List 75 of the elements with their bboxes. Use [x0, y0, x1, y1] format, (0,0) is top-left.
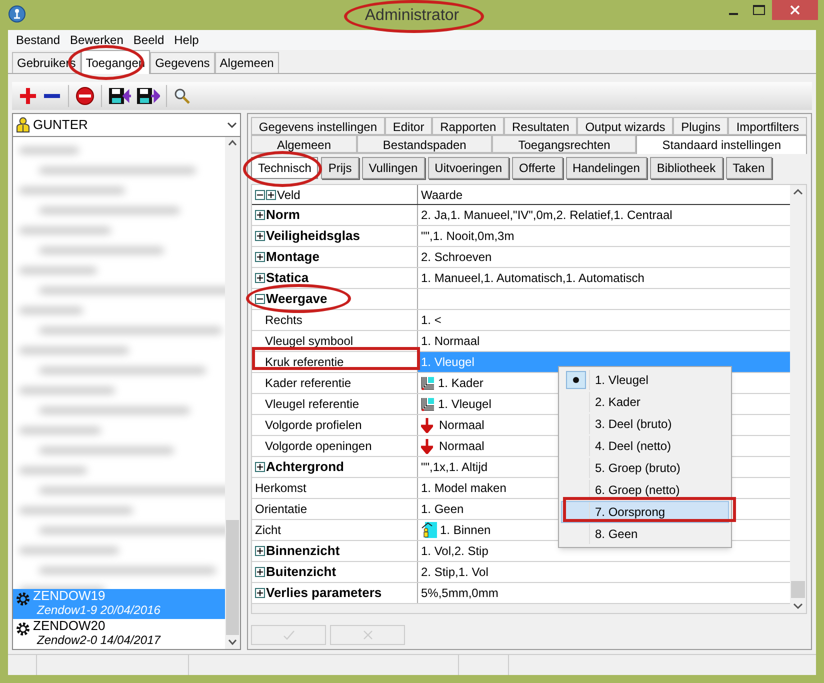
tab[interactable]: Plugins [673, 117, 728, 135]
tab[interactable]: Standaard instellingen [636, 135, 807, 154]
tab[interactable]: Offerte [512, 157, 562, 179]
menu-item[interactable]: Beeld [128, 31, 170, 49]
floppy-export-icon[interactable] [136, 86, 160, 106]
window-title: Administrator [364, 8, 460, 24]
close-icon [362, 630, 372, 640]
item-name: ZENDOW20 [33, 619, 106, 633]
arrow-down-icon [421, 417, 433, 433]
menu-item[interactable]: Help [169, 31, 204, 49]
chevron-down-icon [227, 121, 237, 129]
tab[interactable]: Algemeen [251, 135, 357, 153]
tab[interactable]: Vullingen [362, 157, 425, 179]
tab[interactable]: Toegangsrechten [492, 135, 636, 153]
menu-item[interactable]: Bewerken [65, 31, 128, 49]
scrollbar-thumb[interactable] [226, 520, 239, 635]
collapse-icon[interactable] [255, 294, 265, 304]
item-detail: Zendow2-0 14/04/2017 [36, 633, 160, 647]
tab[interactable]: Importfilters [728, 117, 807, 135]
tab[interactable]: Uitvoeringen [428, 157, 510, 179]
expand-icon[interactable] [255, 273, 265, 283]
user-select-value: GUNTER [33, 116, 89, 134]
expand-icon[interactable] [255, 567, 265, 577]
expand-icon[interactable] [255, 462, 265, 472]
tab[interactable]: Bibliotheek [650, 157, 723, 179]
tab[interactable]: Algemeen [214, 52, 279, 73]
minimize-icon [728, 12, 738, 14]
expand-icon[interactable] [255, 546, 265, 556]
item-name: ZENDOW19 [33, 589, 106, 603]
arrow-down-icon [421, 438, 433, 454]
expand-icon[interactable] [255, 252, 265, 262]
tab[interactable]: Technisch [251, 157, 318, 179]
gear-icon [15, 591, 31, 607]
plus-icon[interactable] [18, 86, 38, 106]
expand-icon[interactable] [255, 588, 265, 598]
bullet-icon [572, 377, 578, 383]
close-icon [790, 5, 800, 15]
scrollbar[interactable] [225, 137, 240, 649]
user-select[interactable]: GUNTER [12, 113, 241, 137]
scrollbar-thumb[interactable] [791, 581, 805, 598]
expand-icon[interactable] [255, 231, 265, 241]
search-icon[interactable] [173, 87, 191, 105]
floppy-import-icon[interactable] [108, 86, 132, 106]
expand-all-icon[interactable] [266, 190, 276, 200]
tab[interactable]: Editor [384, 117, 432, 135]
tab[interactable]: Gegevens [150, 52, 215, 73]
menu-item[interactable]: 4. Deel (netto) [561, 435, 729, 457]
menu-item[interactable]: 5. Groep (bruto) [561, 457, 729, 479]
tab[interactable]: Prijs [321, 157, 359, 179]
gear-icon [15, 621, 31, 637]
user-icon [16, 117, 30, 133]
tab[interactable]: Resultaten [504, 117, 578, 135]
app-icon [8, 5, 26, 23]
tab[interactable]: Rapporten [432, 117, 504, 135]
tab[interactable]: Output wizards [577, 117, 674, 135]
checkmark-icon [282, 630, 294, 640]
item-detail: Zendow1-9 20/04/2016 [36, 603, 160, 617]
menu-item[interactable]: 6. Groep (netto) [561, 479, 729, 501]
tab[interactable]: Handelingen [566, 157, 647, 179]
collapse-all-icon[interactable] [255, 190, 265, 200]
menu-item[interactable]: 2. Kader [561, 391, 729, 413]
tab[interactable]: Bestandspaden [356, 135, 492, 153]
tab[interactable]: Gegevens instellingen [251, 117, 385, 135]
menu-item[interactable]: Bestand [11, 31, 66, 49]
column-header: Veld [277, 186, 300, 204]
person-icon [421, 522, 437, 538]
close-button[interactable] [772, 0, 818, 20]
tab[interactable]: Taken [726, 157, 772, 179]
frame-icon [421, 397, 435, 411]
menu-item[interactable]: 3. Deel (bruto) [561, 413, 729, 435]
expand-icon[interactable] [255, 210, 265, 220]
no-entry-icon[interactable] [75, 86, 95, 106]
maximize-icon [753, 5, 765, 15]
frame-icon [421, 376, 435, 390]
column-header: Waarde [420, 186, 463, 204]
